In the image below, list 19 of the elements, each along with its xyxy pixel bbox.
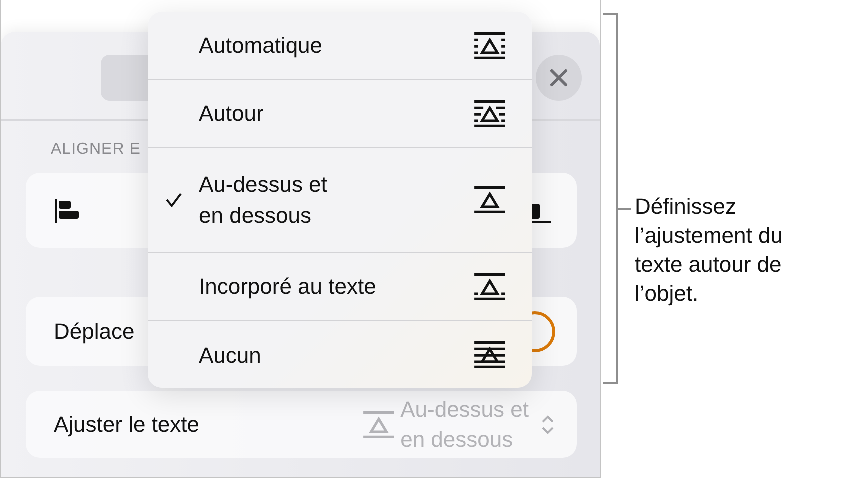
wrap-icon <box>472 185 508 215</box>
menu-item[interactable]: Incorporé au texte <box>148 253 532 321</box>
wrap-icon <box>472 272 508 302</box>
wrap-icon <box>360 410 397 440</box>
wrap-icon <box>472 340 508 370</box>
value-text: Au-dessus et en dessous <box>400 396 529 454</box>
menu-item[interactable]: Autour <box>148 80 532 148</box>
wrap-icon <box>472 98 508 128</box>
row-label: Déplace <box>54 318 135 344</box>
row-label: Ajuster le texte <box>54 412 200 438</box>
setting-row[interactable]: Ajuster le texte Au-dessus et en dessous <box>26 391 577 458</box>
close-icon <box>550 69 568 87</box>
menu-item[interactable]: Au-dessus et en dessous <box>148 148 532 253</box>
menu-item[interactable]: Automatique <box>148 12 532 80</box>
close-button[interactable] <box>536 55 582 101</box>
callout-text: Définissez l’ajustement du texte autour de l’objet. <box>635 193 783 308</box>
section-label: ALIGNER E <box>51 141 142 160</box>
wrap-icon <box>472 30 508 60</box>
menu-item[interactable]: Aucun <box>148 321 532 388</box>
